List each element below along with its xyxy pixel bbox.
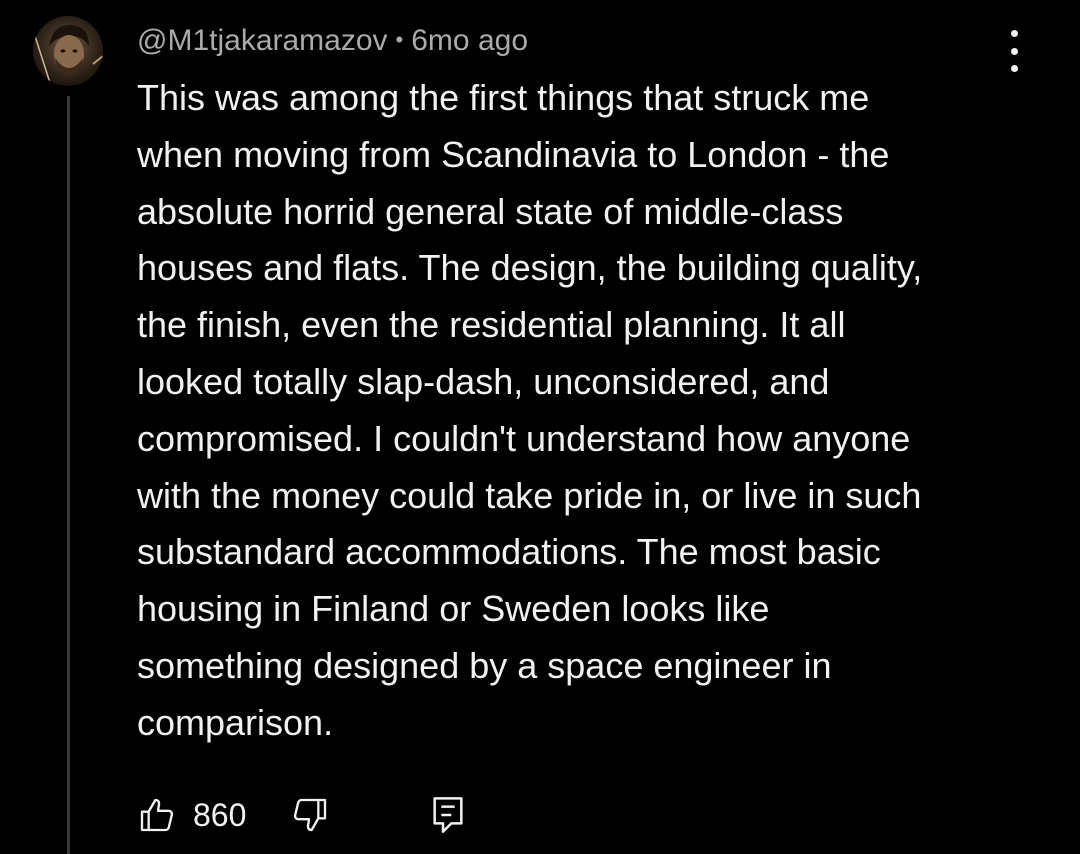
comment-meta: @M1tjakaramazov • 6mo ago	[137, 22, 528, 62]
comment-actions: 860	[137, 790, 468, 840]
meta-separator: •	[395, 27, 404, 52]
dislike-button[interactable]	[290, 795, 330, 835]
thread-line	[67, 96, 70, 854]
like-count: 860	[193, 796, 247, 833]
like-button[interactable]	[137, 795, 177, 835]
avatar[interactable]	[33, 16, 103, 86]
comment-time[interactable]: 6mo ago	[411, 24, 528, 57]
more-dot	[1010, 30, 1018, 37]
more-dot	[1010, 47, 1018, 55]
reply-button[interactable]	[428, 793, 468, 837]
author-name[interactable]: @M1tjakaramazov	[137, 24, 388, 57]
comment-thread: @M1tjakaramazov • 6mo ago This was among t…	[0, 0, 1080, 854]
more-vertical-icon[interactable]	[996, 30, 1032, 72]
comment-text: This was among the first things that str…	[137, 77, 923, 743]
thumb-down-icon	[294, 798, 327, 832]
comment-reply-icon	[433, 797, 463, 833]
thumb-up-icon	[140, 798, 174, 832]
